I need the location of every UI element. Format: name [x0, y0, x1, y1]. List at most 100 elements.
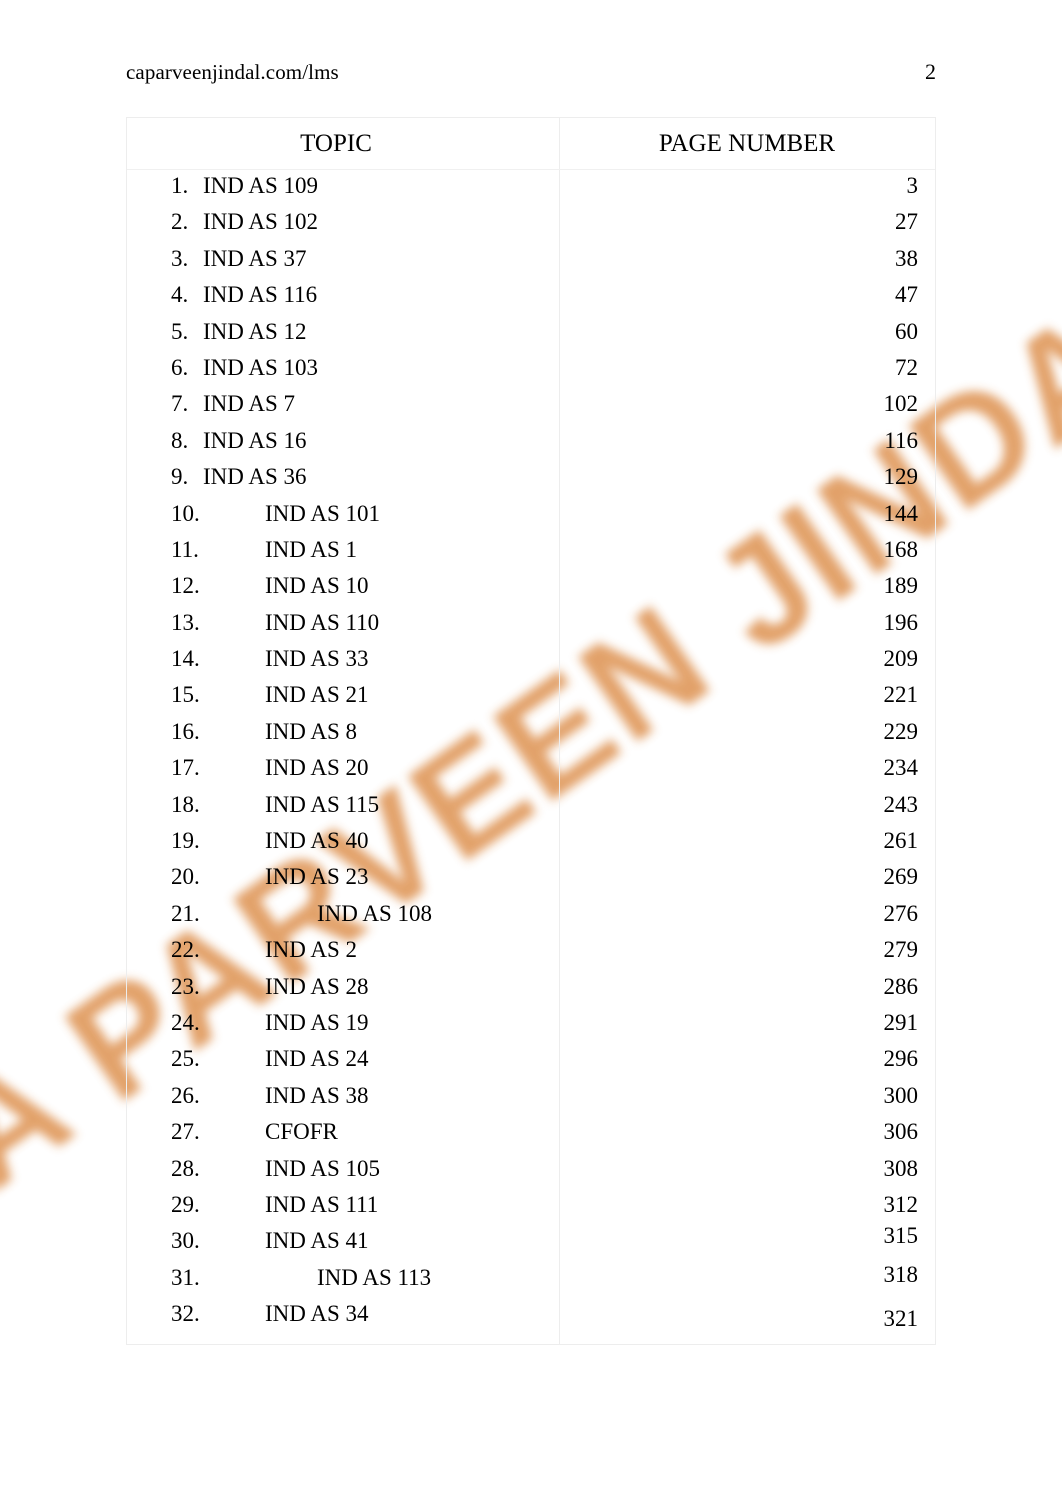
cell-page-number: 296 — [883, 1046, 919, 1072]
cell-page-number: 321 — [883, 1306, 919, 1332]
cell-page-number: 116 — [884, 427, 918, 453]
cell-page-number: 196 — [883, 609, 919, 635]
table-row: 15. IND AS 21 221 — [127, 683, 935, 719]
table-row: 14. IND AS 33 209 — [127, 647, 935, 683]
table-row: 17. IND AS 20 234 — [127, 756, 935, 792]
cell-page-number: 315 — [883, 1223, 919, 1249]
row-number: 28. — [171, 1155, 200, 1181]
row-number: 8. — [171, 427, 189, 453]
table-row: 10. IND AS 101 144 — [127, 502, 935, 538]
row-number: 2. — [171, 209, 189, 235]
row-number: 30. — [171, 1228, 200, 1254]
cell-page-number: 312 — [883, 1191, 919, 1217]
cell-topic: 4. IND AS 116 — [127, 283, 559, 306]
row-number: 22. — [171, 937, 200, 963]
row-topic-label: IND AS 16 — [203, 427, 307, 453]
row-number: 1. — [171, 173, 189, 198]
row-topic-label: IND AS 102 — [203, 209, 319, 235]
row-topic-label: IND AS 21 — [265, 682, 369, 708]
cell-topic: 3. IND AS 37 — [127, 247, 559, 270]
row-number: 31. — [171, 1264, 200, 1290]
row-topic-label: IND AS 115 — [265, 791, 380, 817]
cell-page-number: 72 — [895, 354, 918, 380]
cell-topic: 1. IND AS 109 — [127, 174, 559, 197]
row-number: 15. — [171, 682, 200, 708]
row-number: 24. — [171, 1009, 200, 1035]
row-number: 14. — [171, 646, 200, 672]
table-row: 3. IND AS 37 38 — [127, 247, 935, 283]
cell-topic: 21. IND AS 108 — [127, 902, 559, 925]
table-row: 24. IND AS 19 291 — [127, 1011, 935, 1047]
table-header-row: TOPIC PAGE NUMBER — [127, 118, 935, 169]
row-number: 9. — [171, 464, 189, 490]
row-number: 32. — [171, 1301, 200, 1327]
cell-page-number: 229 — [883, 718, 919, 744]
cell-page-number: 243 — [883, 791, 919, 817]
cell-page-number: 38 — [895, 245, 918, 271]
page-header: caparveenjindal.com/lms 2 — [126, 56, 936, 88]
row-topic-label: IND AS 37 — [203, 245, 307, 271]
row-number: 6. — [171, 354, 189, 380]
row-number: 26. — [171, 1082, 200, 1108]
row-topic-label: IND AS 109 — [203, 173, 319, 198]
cell-topic: 26. IND AS 38 — [127, 1084, 559, 1107]
row-number: 3. — [171, 245, 189, 271]
cell-topic: 18. IND AS 115 — [127, 793, 559, 816]
cell-topic: 17. IND AS 20 — [127, 756, 559, 779]
table-row: 18. IND AS 115 243 — [127, 793, 935, 829]
table-row: 19. IND AS 40 261 — [127, 829, 935, 865]
row-topic-label: CFOFR — [265, 1119, 338, 1145]
row-topic-label: IND AS 10 — [265, 573, 369, 599]
row-topic-label: IND AS 2 — [265, 937, 358, 963]
row-number: 21. — [171, 900, 200, 926]
cell-page-number: 209 — [883, 646, 919, 672]
row-topic-label: IND AS 8 — [265, 718, 358, 744]
row-number: 12. — [171, 573, 200, 599]
row-number: 10. — [171, 500, 200, 526]
row-topic-label: IND AS 103 — [203, 354, 319, 380]
table-row: 25. IND AS 24 296 — [127, 1047, 935, 1083]
cell-topic: 20. IND AS 23 — [127, 865, 559, 888]
cell-page-number: 286 — [883, 973, 919, 999]
table-row: 20. IND AS 23 269 — [127, 865, 935, 901]
cell-topic: 23. IND AS 28 — [127, 975, 559, 998]
row-number: 17. — [171, 755, 200, 781]
cell-page-number: 279 — [883, 937, 919, 963]
cell-page-number: 306 — [883, 1119, 919, 1145]
cell-topic: 6. IND AS 103 — [127, 356, 559, 379]
cell-topic: 24. IND AS 19 — [127, 1011, 559, 1034]
cell-topic: 9. IND AS 36 — [127, 465, 559, 488]
row-topic-label: IND AS 38 — [265, 1082, 369, 1108]
cell-page-number: 276 — [883, 900, 919, 926]
cell-topic: 29. IND AS 111 — [127, 1193, 559, 1216]
cell-topic: 28. IND AS 105 — [127, 1157, 559, 1180]
row-number: 18. — [171, 791, 200, 817]
cell-page-number: 27 — [895, 209, 918, 235]
cell-page-number: 318 — [883, 1261, 919, 1287]
row-number: 11. — [171, 536, 199, 562]
row-topic-label: IND AS 1 — [265, 536, 358, 562]
cell-page-number: 129 — [883, 464, 919, 490]
cell-topic: 19. IND AS 40 — [127, 829, 559, 852]
row-number: 25. — [171, 1046, 200, 1072]
cell-topic: 27. CFOFR — [127, 1120, 559, 1143]
table-row: 13. IND AS 110 196 — [127, 611, 935, 647]
row-topic-label: IND AS 33 — [265, 646, 369, 672]
table-row: 22. IND AS 2 279 — [127, 938, 935, 974]
table-row: 11. IND AS 1 168 — [127, 538, 935, 574]
row-number: 7. — [171, 391, 189, 417]
table-row: 8. IND AS 16 116 — [127, 429, 935, 465]
table-row: 2. IND AS 102 27 — [127, 210, 935, 246]
cell-page-number: 102 — [883, 391, 919, 417]
cell-page-number: 269 — [883, 864, 919, 890]
cell-topic: 31. IND AS 113 — [127, 1266, 559, 1289]
cell-page-number: 47 — [895, 282, 918, 308]
row-topic-label: IND AS 28 — [265, 973, 369, 999]
row-topic-label: IND AS 7 — [203, 391, 296, 417]
row-topic-label: IND AS 19 — [265, 1009, 369, 1035]
row-number: 20. — [171, 864, 200, 890]
row-topic-label: IND AS 111 — [265, 1191, 379, 1217]
cell-page-number: 308 — [883, 1155, 919, 1181]
row-number: 5. — [171, 318, 189, 344]
cell-topic: 11. IND AS 1 — [127, 538, 559, 561]
